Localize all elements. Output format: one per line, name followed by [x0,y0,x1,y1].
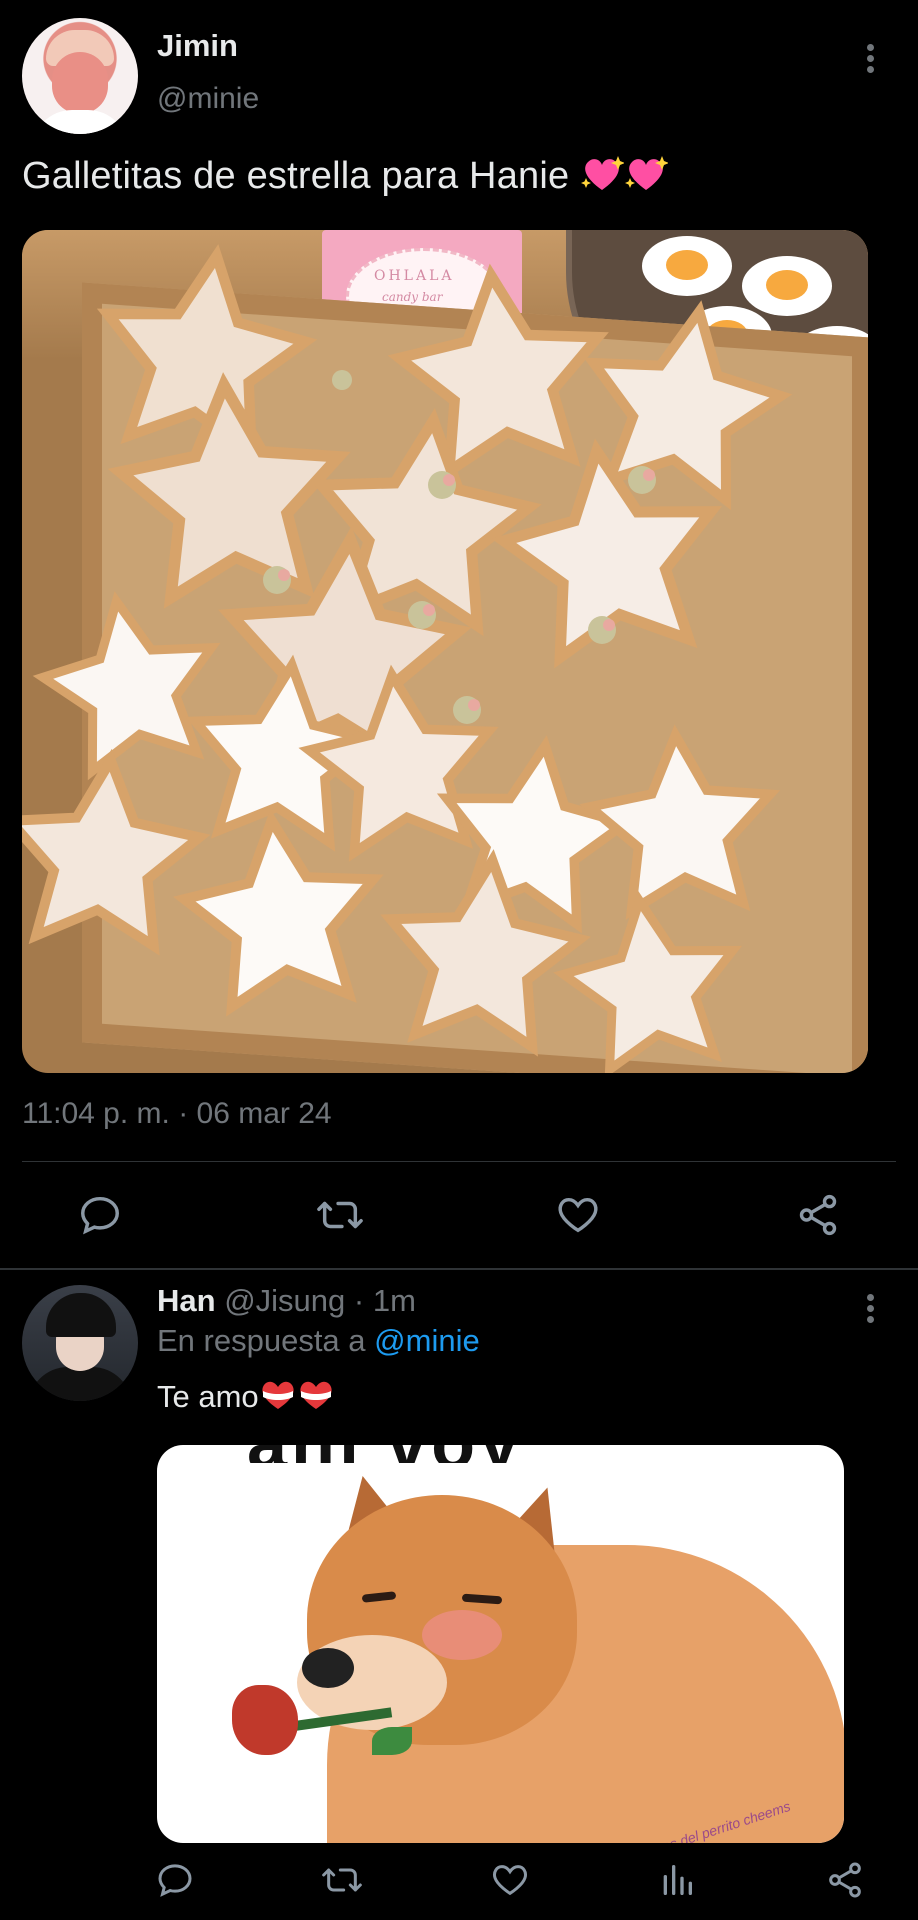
heart-icon[interactable] [548,1185,608,1245]
reply-icon[interactable] [70,1185,130,1245]
heart-ribbon-icon [259,1378,335,1412]
more-icon[interactable] [864,1290,876,1327]
divider [22,1161,896,1162]
thread-separator [0,1268,918,1270]
sparkling-heart-icon [580,154,625,194]
reply-author-line[interactable]: Han @Jisung · 1m [157,1283,416,1319]
replying-prefix: En respuesta a [157,1323,366,1358]
reply-author-meta: @Jisung · 1m [224,1283,416,1318]
author-handle[interactable]: @minie [157,82,259,116]
reply-text: Te amo [157,1378,335,1415]
views-icon[interactable] [647,1852,707,1908]
retweet-icon[interactable] [312,1852,372,1908]
tweet-text: Galletitas de estrella para Hanie [22,154,669,198]
retweet-icon[interactable] [310,1185,370,1245]
sparkling-heart-icon [624,154,669,194]
reply-author-name[interactable]: Han [157,1283,216,1318]
author-avatar[interactable] [22,18,138,134]
share-icon[interactable] [815,1852,875,1908]
reply-icon[interactable] [145,1852,205,1908]
replying-to-line: En respuesta a @minie [157,1323,480,1359]
more-icon[interactable] [864,40,876,77]
tweet-timestamp[interactable]: 11:04 p. m. · 06 mar 24 [22,1097,332,1131]
reply-author-avatar[interactable] [22,1285,138,1401]
reply-text-content: Te amo [157,1379,259,1414]
tweet-text-content: Galletitas de estrella para Hanie [22,155,570,197]
heart-icon[interactable] [480,1852,540,1908]
replying-mention-link[interactable]: @minie [374,1323,480,1358]
meme-caption: ahí voy [247,1445,787,1463]
tweet-media-image[interactable]: OHLALA candy bar [22,230,868,1073]
reply-media-image[interactable]: ahí voy memes del perrito cheems [157,1445,844,1843]
share-icon[interactable] [788,1185,848,1245]
author-name[interactable]: Jimin [157,28,238,64]
